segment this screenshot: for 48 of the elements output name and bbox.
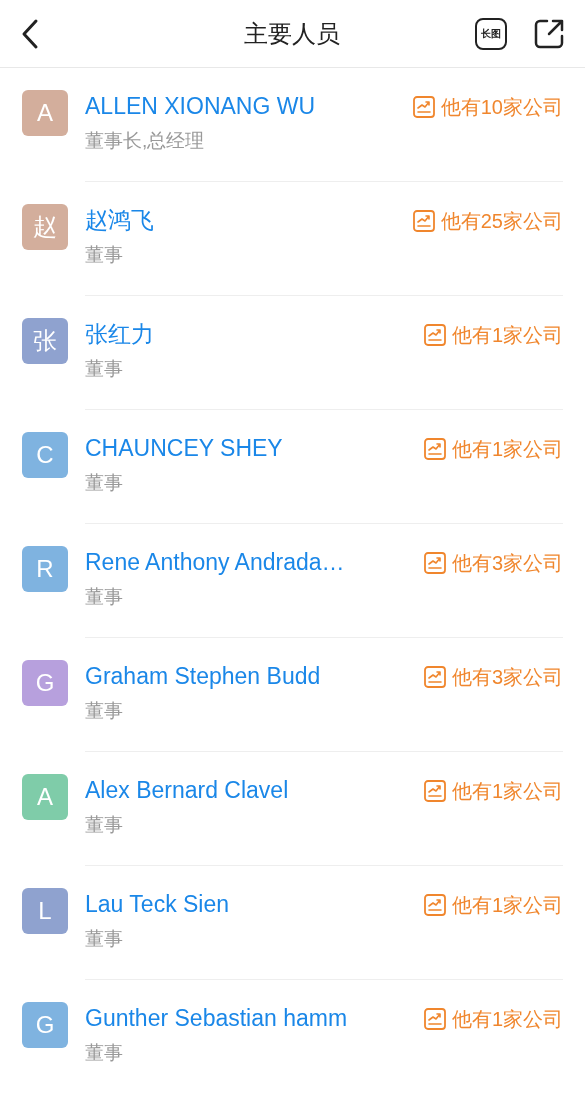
person-name[interactable]: Gunther Sebastian hamm xyxy=(85,1004,424,1032)
person-role: 董事 xyxy=(85,471,124,495)
person-name[interactable]: ALLEN XIONANG WU xyxy=(85,92,413,120)
chart-icon xyxy=(423,666,446,688)
avatar: A xyxy=(22,90,68,136)
person-name[interactable]: 张红力 xyxy=(85,320,424,348)
share-button[interactable] xyxy=(533,17,565,50)
person-name[interactable]: CHAUNCEY SHEY xyxy=(85,434,424,462)
company-count-link[interactable]: 他有10家公司 xyxy=(412,68,563,120)
avatar: G xyxy=(22,1002,68,1048)
person-name[interactable]: Graham Stephen Budd xyxy=(85,662,424,690)
company-count-link[interactable]: 他有1家公司 xyxy=(423,752,563,804)
person-role: 董事 xyxy=(85,813,124,837)
chart-icon xyxy=(423,438,446,460)
company-count-link[interactable]: 他有3家公司 xyxy=(423,524,563,576)
person-role: 董事 xyxy=(85,243,124,267)
chart-icon xyxy=(423,552,446,574)
person-role: 董事 xyxy=(85,1041,124,1065)
company-count-link[interactable]: 他有1家公司 xyxy=(423,866,563,918)
avatar: L xyxy=(22,888,68,934)
person-role: 董事 xyxy=(85,699,124,723)
person-name[interactable]: Alex Bernard Clavel xyxy=(85,776,424,804)
person-role: 董事 xyxy=(85,357,124,381)
chart-icon xyxy=(423,324,446,346)
person-role: 董事长,总经理 xyxy=(85,129,206,153)
person-role: 董事 xyxy=(85,585,124,609)
avatar: 张 xyxy=(22,318,68,364)
chart-icon xyxy=(412,210,435,232)
person-name[interactable]: 赵鸿飞 xyxy=(85,206,413,234)
chart-icon xyxy=(423,894,446,916)
company-count-link[interactable]: 他有1家公司 xyxy=(423,410,563,462)
company-count-link[interactable]: 他有1家公司 xyxy=(423,296,563,348)
avatar: 赵 xyxy=(22,204,68,250)
company-count-link[interactable]: 他有3家公司 xyxy=(423,638,563,690)
person-name[interactable]: Rene Anthony Andrada… xyxy=(85,548,424,576)
person-name[interactable]: Lau Teck Sien xyxy=(85,890,424,918)
person-role: 董事 xyxy=(85,927,124,951)
chart-icon xyxy=(423,780,446,802)
company-count-link[interactable]: 他有1家公司 xyxy=(423,980,563,1032)
avatar: R xyxy=(22,546,68,592)
company-count-link[interactable]: 他有25家公司 xyxy=(412,182,563,234)
page-title: 主要人员 xyxy=(243,18,340,49)
avatar: C xyxy=(22,432,68,478)
long-image-button[interactable]: 长图 xyxy=(475,17,507,50)
chart-icon xyxy=(412,96,435,118)
avatar: A xyxy=(22,774,68,820)
avatar: G xyxy=(22,660,68,706)
chart-icon xyxy=(423,1008,446,1030)
